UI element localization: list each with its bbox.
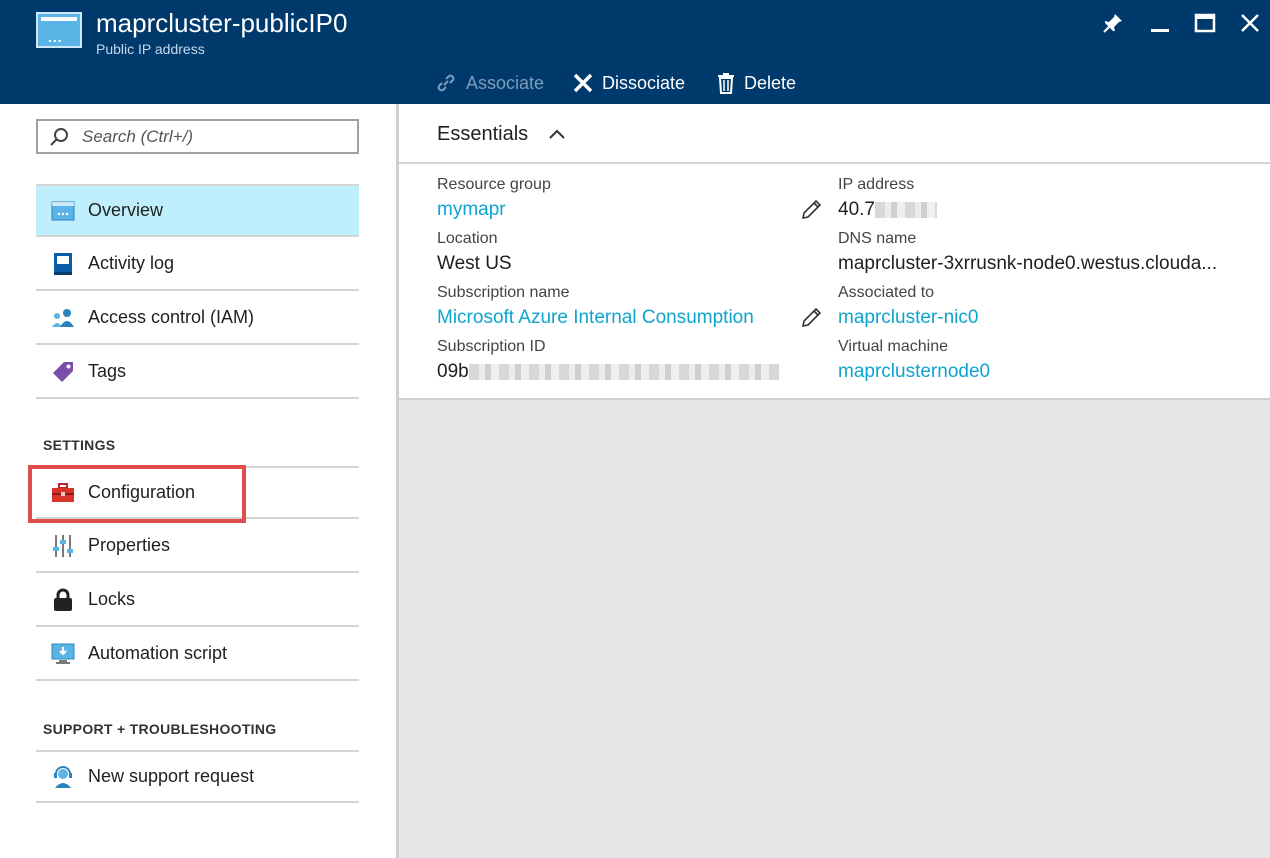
close-button[interactable] (1237, 10, 1263, 36)
delete-label: Delete (744, 72, 797, 93)
dns-name-label: DNS name (838, 230, 917, 247)
edit-resource-group-icon[interactable] (799, 198, 823, 222)
menu-item-label: Properties (88, 535, 171, 555)
associate-button[interactable]: Associate (434, 70, 544, 96)
ip-address-row: 40.7 (838, 199, 937, 221)
resource-group-link[interactable]: mymapr (437, 199, 506, 221)
menu-item-overview[interactable]: Overview (36, 184, 359, 237)
subscription-id-row: 09b (437, 361, 779, 383)
pin-button[interactable] (1100, 10, 1126, 36)
search-input[interactable] (82, 126, 342, 147)
virtual-machine-link[interactable]: maprclusternode0 (838, 361, 990, 383)
location-value: West US (437, 253, 512, 274)
dissociate-button[interactable]: Dissociate (572, 70, 685, 96)
overview-icon (50, 198, 76, 224)
search-box[interactable] (36, 119, 359, 154)
menu-item-access-control[interactable]: Access control (IAM) (36, 292, 359, 345)
support-icon (50, 764, 76, 790)
search-icon (50, 127, 68, 146)
subscription-id-value: 09b (437, 361, 469, 382)
menu-item-properties[interactable]: Properties (36, 520, 359, 573)
menu-item-automation-script[interactable]: Automation script (36, 628, 359, 681)
menu-item-label: Automation script (88, 643, 228, 663)
subscription-id-label: Subscription ID (437, 338, 546, 355)
toolbox-icon (50, 480, 76, 506)
content-pane: Essentials Resource group mymapr Locatio… (399, 104, 1270, 858)
menu-item-tags[interactable]: Tags (36, 346, 359, 399)
menu-item-label: Tags (88, 361, 127, 381)
menu-item-label: Activity log (88, 253, 175, 273)
menu-item-label: Access control (IAM) (88, 307, 255, 327)
chevron-up-icon[interactable] (547, 124, 567, 144)
blade-title: maprcluster-publicIP0 (96, 8, 348, 38)
lock-icon (50, 587, 76, 613)
essentials-title: Essentials (437, 123, 529, 145)
menu-item-label: Overview (88, 200, 164, 220)
blade-header: ... maprcluster-publicIP0 Public IP addr… (0, 0, 1270, 104)
edit-subscription-icon[interactable] (799, 306, 823, 330)
blade-subtitle: Public IP address (96, 41, 205, 57)
ip-address-value: 40.7 (838, 199, 875, 220)
close-icon (1241, 14, 1259, 32)
resource-menu: Overview Activity log Access control (IA… (0, 104, 396, 858)
automation-script-icon (50, 641, 76, 667)
delete-button[interactable]: Delete (716, 70, 796, 96)
minimize-button[interactable] (1147, 10, 1173, 36)
properties-icon (50, 533, 76, 559)
location-label: Location (437, 230, 498, 247)
section-title-support: SUPPORT + TROUBLESHOOTING (43, 721, 277, 737)
associated-to-label: Associated to (838, 284, 935, 301)
pin-icon (1103, 14, 1122, 33)
associated-to-link[interactable]: maprcluster-nic0 (838, 307, 978, 329)
ip-address-label: IP address (838, 176, 915, 193)
menu-item-new-support-request[interactable]: New support request (36, 750, 359, 803)
maximize-icon (1194, 13, 1216, 33)
section-title-settings: SETTINGS (43, 437, 116, 453)
dissociate-label: Dissociate (602, 72, 686, 93)
public-ip-resource-icon: ... (36, 12, 82, 48)
minimize-icon (1151, 29, 1169, 32)
redacted-blur (468, 363, 779, 380)
x-icon (573, 73, 593, 93)
menu-item-label: New support request (88, 766, 255, 786)
menu-item-label: Configuration (88, 482, 196, 502)
menu-item-activity-log[interactable]: Activity log (36, 238, 359, 291)
maximize-button[interactable] (1192, 10, 1218, 36)
iam-icon (50, 305, 76, 331)
dns-name-value: maprcluster-3xrrusnk-node0.westus.clouda… (838, 253, 1218, 274)
virtual-machine-label: Virtual machine (838, 338, 948, 355)
trash-icon (718, 73, 734, 94)
essentials-panel: Essentials Resource group mymapr Locatio… (399, 104, 1270, 400)
link-icon (437, 74, 455, 92)
menu-item-configuration[interactable]: Configuration (36, 466, 359, 519)
activity-log-icon (50, 251, 76, 277)
resource-group-label: Resource group (437, 176, 551, 193)
menu-item-locks[interactable]: Locks (36, 574, 359, 627)
redacted-blur (874, 201, 937, 218)
subscription-name-label: Subscription name (437, 284, 570, 301)
tag-icon (50, 359, 76, 385)
essentials-header[interactable]: Essentials (399, 104, 1270, 164)
menu-item-label: Locks (88, 589, 136, 609)
associate-label: Associate (466, 72, 545, 93)
subscription-name-link[interactable]: Microsoft Azure Internal Consumption (437, 307, 754, 329)
